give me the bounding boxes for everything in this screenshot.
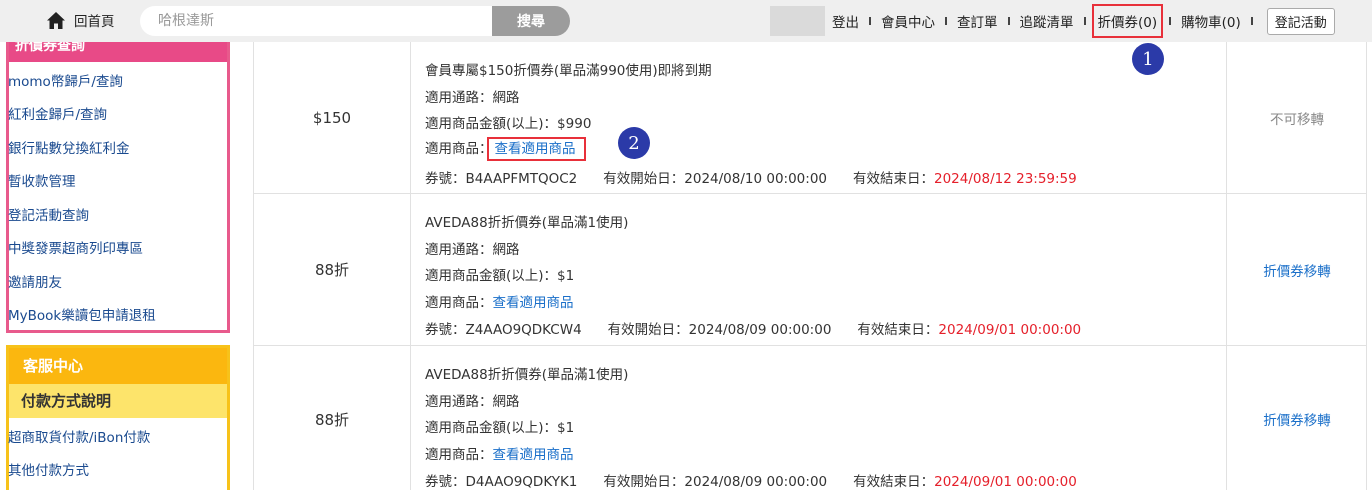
event-register-button[interactable]: 登記活動 [1266, 7, 1335, 35]
table-row: 88折 AVEDA88折折價券(單品滿1使用) 適用通路：網路 適用商品金額(以… [254, 194, 1366, 346]
search-bar: 搜尋 [140, 6, 570, 36]
sidebar-item-invite[interactable]: 邀請朋友 [8, 271, 62, 291]
coupon-goods: 適用商品：查看適用商品 [425, 295, 574, 311]
service-header: 客服中心 [9, 348, 227, 384]
user-name-redacted [770, 6, 825, 36]
transfer-coupon-link[interactable]: 折價券移轉 [1228, 346, 1366, 490]
annotation-marker-1: 1 [1132, 43, 1164, 75]
coupon-dates: 券號：D4AAO9QDKYK1 有效開始日：2024/08/09 00:00:00… [425, 474, 1077, 490]
nav-divider [1007, 17, 1010, 25]
logout-link[interactable]: 登出 [828, 11, 863, 31]
coupon-title: AVEDA88折折價券(單品滿1使用) [425, 367, 629, 383]
nav-divider [1250, 17, 1253, 25]
coupon-info: 會員專屬$150折價券(單品滿990使用)即將到期 適用通路：網路 適用商品金額… [412, 42, 1227, 193]
coupon-amount: 88折 [254, 194, 411, 345]
orders-link[interactable]: 查訂單 [953, 11, 1002, 31]
nav-divider [1169, 17, 1172, 25]
coupons-link[interactable]: 折價券(0) [1091, 4, 1164, 38]
coupon-amount: $150 [254, 42, 411, 193]
sidebar-item-event-query[interactable]: 登記活動查詢 [8, 204, 89, 224]
coupon-channel: 適用通路：網路 [425, 90, 520, 106]
top-nav: 登出 會員中心 查訂單 追蹤清單 折價券(0) 購物車(0) 登記活動 [828, 0, 1335, 42]
view-goods-link[interactable]: 查看適用商品 [493, 295, 574, 311]
transfer-coupon-link[interactable]: 折價券移轉 [1228, 194, 1366, 345]
table-row: $150 會員專屬$150折價券(單品滿990使用)即將到期 適用通路：網路 適… [254, 42, 1366, 194]
coupon-channel: 適用通路：網路 [425, 394, 520, 410]
coupon-title: 會員專屬$150折價券(單品滿990使用)即將到期 [425, 63, 712, 79]
sidebar-item-mybook[interactable]: MyBook樂讀包申請退租 [8, 304, 156, 324]
not-transferable-label: 不可移轉 [1270, 111, 1324, 128]
sidebar-item-momo-coins[interactable]: momo幣歸戶/查詢 [8, 70, 123, 90]
table-row: 88折 AVEDA88折折價券(單品滿1使用) 適用通路：網路 適用商品金額(以… [254, 346, 1366, 490]
top-bar: 回首頁 搜尋 登出 會員中心 查訂單 追蹤清單 折價券(0) 購物車(0) 登記… [0, 0, 1372, 42]
home-link[interactable]: 回首頁 [46, 9, 115, 31]
nav-divider [945, 17, 947, 25]
payment-subheader[interactable]: 付款方式說明 [9, 384, 227, 418]
coupon-title: AVEDA88折折價券(單品滿1使用) [425, 215, 629, 231]
coupon-dates: 券號：Z4AAO9QDKCW4 有效開始日：2024/08/09 00:00:00… [425, 322, 1082, 338]
member-center-link[interactable]: 會員中心 [877, 11, 939, 31]
sidebar-item-deposit[interactable]: 暫收款管理 [8, 170, 76, 190]
expiry-date: 2024/08/12 23:59:59 [934, 171, 1077, 187]
home-label: 回首頁 [74, 14, 115, 30]
cart-link[interactable]: 購物車(0) [1177, 11, 1245, 31]
coupon-amount: 88折 [254, 346, 411, 490]
coupon-min-amount: 適用商品金額(以上)：$990 [425, 116, 592, 132]
coupon-goods: 適用商品：查看適用商品 [425, 447, 574, 463]
search-input[interactable] [140, 6, 500, 36]
coupon-info: AVEDA88折折價券(單品滿1使用) 適用通路：網路 適用商品金額(以上)：$… [412, 346, 1227, 490]
sidebar-section-header: 折價券查詢 [9, 42, 227, 62]
view-goods-link[interactable]: 查看適用商品 [493, 447, 574, 463]
search-button[interactable]: 搜尋 [492, 6, 570, 36]
coupon-min-amount: 適用商品金額(以上)：$1 [425, 420, 575, 436]
coupon-table: $150 會員專屬$150折價券(單品滿990使用)即將到期 適用通路：網路 適… [253, 42, 1367, 490]
expiry-date: 2024/09/01 00:00:00 [938, 322, 1082, 338]
wishlist-link[interactable]: 追蹤清單 [1016, 11, 1078, 31]
sidebar-item-bonus[interactable]: 紅利金歸戶/查詢 [8, 103, 107, 123]
coupon-min-amount: 適用商品金額(以上)：$1 [425, 268, 575, 284]
home-icon [47, 11, 65, 29]
nav-divider [869, 17, 871, 25]
expiry-date: 2024/09/01 00:00:00 [934, 474, 1077, 490]
sidebar-item-bank-points[interactable]: 銀行點數兌換紅利金 [8, 137, 130, 157]
coupon-goods: 適用商品：查看適用商品 [425, 137, 586, 161]
sidebar-item-other-payment[interactable]: 其他付款方式 [8, 459, 89, 479]
coupon-info: AVEDA88折折價券(單品滿1使用) 適用通路：網路 適用商品金額(以上)：$… [412, 194, 1227, 345]
annotation-marker-2: 2 [618, 127, 650, 159]
nav-divider [1083, 17, 1086, 25]
coupon-dates: 券號：B4AAPFMTQOC2 有效開始日：2024/08/10 00:00:00… [425, 171, 1077, 187]
sidebar-item-invoice-print[interactable]: 中獎發票超商列印專區 [8, 237, 143, 257]
view-goods-link[interactable]: 查看適用商品 [486, 137, 586, 161]
coupon-channel: 適用通路：網路 [425, 242, 520, 258]
sidebar-item-store-payment[interactable]: 超商取貨付款/iBon付款 [8, 426, 150, 446]
